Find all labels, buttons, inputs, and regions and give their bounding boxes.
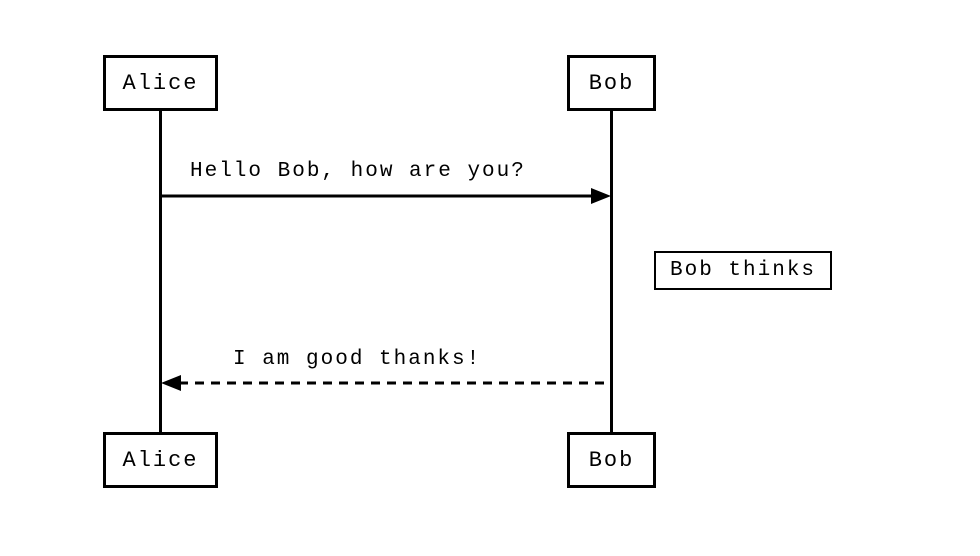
- sequence-diagram: Alice Bob Hello Bob, how are you? Bob th…: [0, 0, 980, 556]
- participant-alice-top: Alice: [103, 55, 218, 111]
- participant-bob-top: Bob: [567, 55, 656, 111]
- message-arrow-1: [161, 188, 611, 208]
- participant-bob-bottom: Bob: [567, 432, 656, 488]
- participant-label: Alice: [123, 448, 199, 473]
- message-arrow-2: [161, 375, 611, 395]
- note-label: Bob thinks: [670, 259, 816, 282]
- participant-label: Alice: [123, 71, 199, 96]
- participant-alice-bottom: Alice: [103, 432, 218, 488]
- message-label-1: Hello Bob, how are you?: [190, 160, 526, 183]
- message-label-2: I am good thanks!: [233, 348, 481, 371]
- participant-label: Bob: [589, 448, 635, 473]
- note-bob-thinks: Bob thinks: [654, 251, 832, 290]
- participant-label: Bob: [589, 71, 635, 96]
